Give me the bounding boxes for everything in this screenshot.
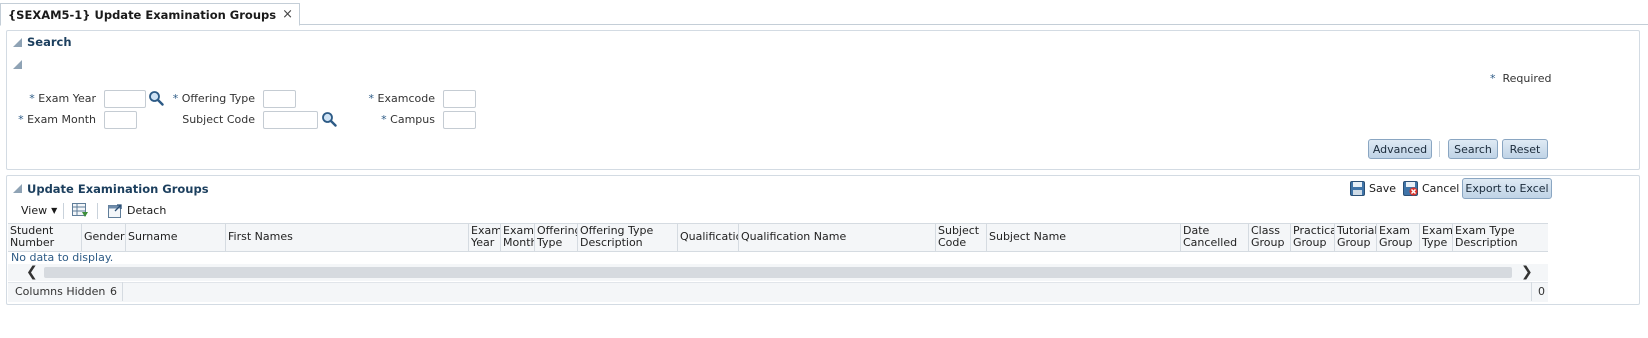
exam-month-label: * Exam Month [18, 113, 96, 126]
scroll-right-icon[interactable]: ❯ [1521, 264, 1533, 280]
column-header[interactable]: Student Number [8, 224, 81, 251]
collapse-criteria-icon[interactable] [13, 60, 22, 69]
chevron-down-icon: ▼ [51, 206, 58, 215]
subject-code-input[interactable] [263, 111, 318, 129]
column-header[interactable]: Date Cancelled [1180, 224, 1248, 251]
column-header[interactable]: Exam Year [468, 224, 500, 251]
exam-year-label: * Exam Year [29, 92, 96, 105]
search-icon[interactable] [148, 90, 164, 106]
search-panel-title: Search [27, 35, 72, 49]
column-header[interactable]: Gender [81, 224, 125, 251]
column-header[interactable]: Qualification [677, 224, 738, 251]
columns-hidden-count: 6 [110, 285, 117, 298]
column-header[interactable]: Subject Code [935, 224, 986, 251]
column-header[interactable]: Offering Type Description [577, 224, 677, 251]
cancel-action[interactable]: Cancel [1403, 181, 1459, 196]
toolbar-separator [97, 203, 98, 219]
save-action[interactable]: Save [1350, 181, 1396, 196]
footer-divider [122, 282, 123, 301]
export-to-excel-button[interactable]: Export to Excel [1462, 178, 1552, 199]
scroll-thumb[interactable] [44, 267, 1512, 278]
column-header[interactable]: Exam Month [500, 224, 534, 251]
view-menu[interactable]: View ▼ [21, 204, 57, 217]
save-icon [1350, 181, 1365, 196]
campus-label: * Campus [381, 113, 435, 126]
reset-button[interactable]: Reset [1502, 139, 1548, 159]
column-header[interactable]: Practical Group [1290, 224, 1334, 251]
column-header[interactable]: Surname [125, 224, 225, 251]
search-icon[interactable] [321, 111, 337, 127]
no-data-message: No data to display. [11, 251, 114, 264]
offering-type-input[interactable] [263, 90, 296, 108]
detach-icon [108, 204, 122, 218]
collapse-search-icon[interactable] [13, 38, 22, 47]
button-separator [1439, 141, 1440, 157]
column-header[interactable]: Exam Type Description [1452, 224, 1548, 251]
collapse-results-icon[interactable] [13, 184, 22, 193]
footer-divider [1531, 282, 1532, 301]
exam-year-input[interactable] [104, 90, 146, 108]
exam-month-input[interactable] [104, 111, 137, 129]
columns-hidden-label: Columns Hidden [15, 285, 106, 298]
column-header[interactable]: Subject Name [986, 224, 1180, 251]
tab-update-examination-groups[interactable]: {SEXAM5-1} Update Examination Groups × [0, 3, 300, 26]
advanced-button[interactable]: Advanced [1368, 139, 1432, 159]
examcode-label: * Examcode [368, 92, 435, 105]
subject-code-label: Subject Code [182, 113, 255, 126]
close-icon[interactable]: × [282, 7, 293, 22]
results-panel-title: Update Examination Groups [27, 182, 209, 196]
offering-type-label: * Offering Type [172, 92, 255, 105]
table-header: Student Number Gender Surname First Name… [8, 223, 1548, 252]
column-header[interactable]: First Names [225, 224, 468, 251]
examcode-input[interactable] [443, 90, 476, 108]
required-note: * Required [1490, 72, 1552, 85]
row-count: 0 [1538, 285, 1545, 298]
column-header[interactable]: Tutorial Group [1334, 224, 1376, 251]
scroll-left-icon[interactable]: ❮ [26, 264, 38, 280]
column-header[interactable]: Exam Group [1376, 224, 1419, 251]
cancel-icon [1403, 181, 1418, 196]
column-header[interactable]: Qualification Name [738, 224, 935, 251]
column-header[interactable]: Offering Type [534, 224, 577, 251]
tab-title: {SEXAM5-1} Update Examination Groups [8, 7, 277, 22]
search-button[interactable]: Search [1448, 139, 1498, 159]
campus-input[interactable] [443, 111, 476, 129]
table-footer [8, 282, 1548, 302]
detach-button[interactable]: Detach [108, 203, 166, 218]
column-header[interactable]: Class Group [1248, 224, 1290, 251]
toolbar-separator [63, 203, 64, 219]
freeze-columns-icon[interactable] [72, 203, 89, 218]
column-header[interactable]: Exam Type [1419, 224, 1452, 251]
